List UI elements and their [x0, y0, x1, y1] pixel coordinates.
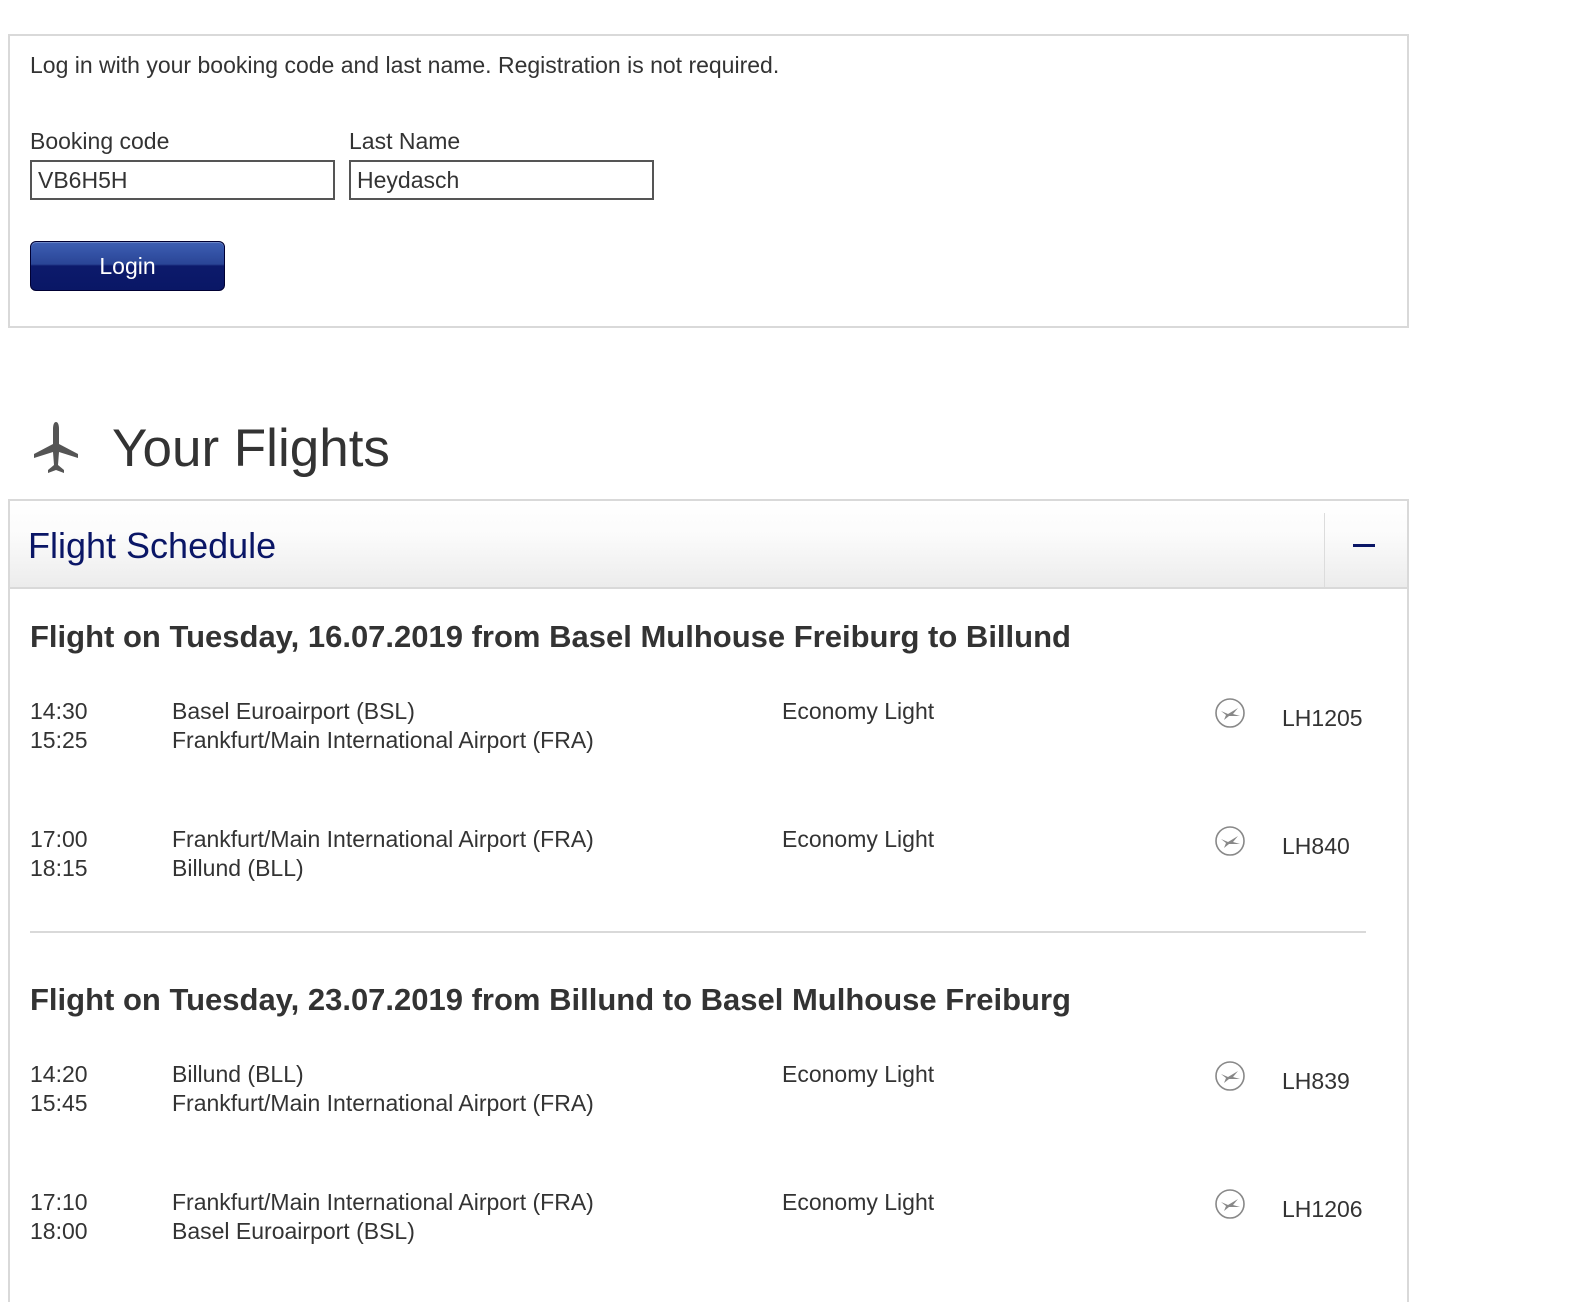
booking-code-label: Booking code — [30, 128, 170, 154]
lufthansa-crane-icon — [1214, 1188, 1246, 1220]
flight-schedule-title: Flight Schedule — [28, 525, 277, 566]
lufthansa-crane-icon — [1214, 825, 1246, 857]
trip-title: Flight on Tuesday, 16.07.2019 from Basel… — [30, 619, 1071, 654]
arrival-airport: Basel Euroairport (BSL) — [172, 1218, 415, 1244]
segment-times: 17:10 18:00 — [30, 1188, 88, 1246]
flight-number: LH839 — [1282, 1068, 1350, 1094]
flight-segment: 14:30 15:25 Basel Euroairport (BSL) Fran… — [30, 697, 1396, 757]
departure-time: 17:10 — [30, 1189, 88, 1215]
flight-number: LH1206 — [1282, 1196, 1363, 1222]
fare-class: Economy Light — [782, 1061, 935, 1087]
minus-icon — [1353, 544, 1375, 547]
flight-schedule-header[interactable]: Flight Schedule — [10, 501, 1407, 589]
segment-times: 14:20 15:45 — [30, 1060, 88, 1118]
departure-time: 14:20 — [30, 1061, 88, 1087]
segment-airports: Basel Euroairport (BSL) Frankfurt/Main I… — [172, 697, 594, 755]
login-form: Log in with your booking code and last n… — [8, 34, 1409, 328]
segment-airports: Frankfurt/Main International Airport (FR… — [172, 1188, 594, 1246]
departure-airport: Frankfurt/Main International Airport (FR… — [172, 1189, 594, 1215]
arrival-airport: Billund (BLL) — [172, 855, 304, 881]
departure-airport: Billund (BLL) — [172, 1061, 304, 1087]
segment-times: 14:30 15:25 — [30, 697, 88, 755]
last-name-label: Last Name — [349, 128, 461, 154]
page-title: Your Flights — [112, 418, 390, 478]
last-name-input[interactable] — [349, 160, 654, 200]
arrival-time: 18:15 — [30, 855, 88, 881]
flight-number: LH840 — [1282, 833, 1350, 859]
trip-divider — [30, 931, 1366, 933]
fare-class: Economy Light — [782, 1189, 935, 1215]
collapse-button[interactable] — [1325, 501, 1407, 587]
departure-airport: Basel Euroairport (BSL) — [172, 698, 415, 724]
arrival-airport: Frankfurt/Main International Airport (FR… — [172, 727, 594, 753]
lufthansa-crane-icon — [1214, 697, 1246, 729]
booking-code-input[interactable] — [30, 160, 335, 200]
lufthansa-crane-icon — [1214, 1060, 1246, 1092]
arrival-time: 15:25 — [30, 727, 88, 753]
departure-time: 17:00 — [30, 826, 88, 852]
login-intro-text: Log in with your booking code and last n… — [30, 52, 780, 78]
flight-segment: 17:10 18:00 Frankfurt/Main International… — [30, 1188, 1396, 1248]
flight-number: LH1205 — [1282, 705, 1363, 731]
segment-airports: Billund (BLL) Frankfurt/Main Internation… — [172, 1060, 594, 1118]
fare-class: Economy Light — [782, 698, 935, 724]
flight-segment: 14:20 15:45 Billund (BLL) Frankfurt/Main… — [30, 1060, 1396, 1120]
segment-airports: Frankfurt/Main International Airport (FR… — [172, 825, 594, 883]
segment-times: 17:00 18:15 — [30, 825, 88, 883]
fare-class: Economy Light — [782, 826, 935, 852]
airplane-icon — [30, 420, 82, 476]
login-button[interactable]: Login — [30, 241, 225, 291]
departure-airport: Frankfurt/Main International Airport (FR… — [172, 826, 594, 852]
page: Log in with your booking code and last n… — [0, 0, 1594, 1302]
arrival-time: 15:45 — [30, 1090, 88, 1116]
your-flights-heading: Your Flights — [30, 420, 390, 476]
flight-schedule-panel: Flight Schedule Flight on Tuesday, 16.07… — [8, 499, 1409, 1302]
arrival-airport: Frankfurt/Main International Airport (FR… — [172, 1090, 594, 1116]
flight-segment: 17:00 18:15 Frankfurt/Main International… — [30, 825, 1396, 885]
trip-title: Flight on Tuesday, 23.07.2019 from Billu… — [30, 982, 1071, 1017]
arrival-time: 18:00 — [30, 1218, 88, 1244]
departure-time: 14:30 — [30, 698, 88, 724]
